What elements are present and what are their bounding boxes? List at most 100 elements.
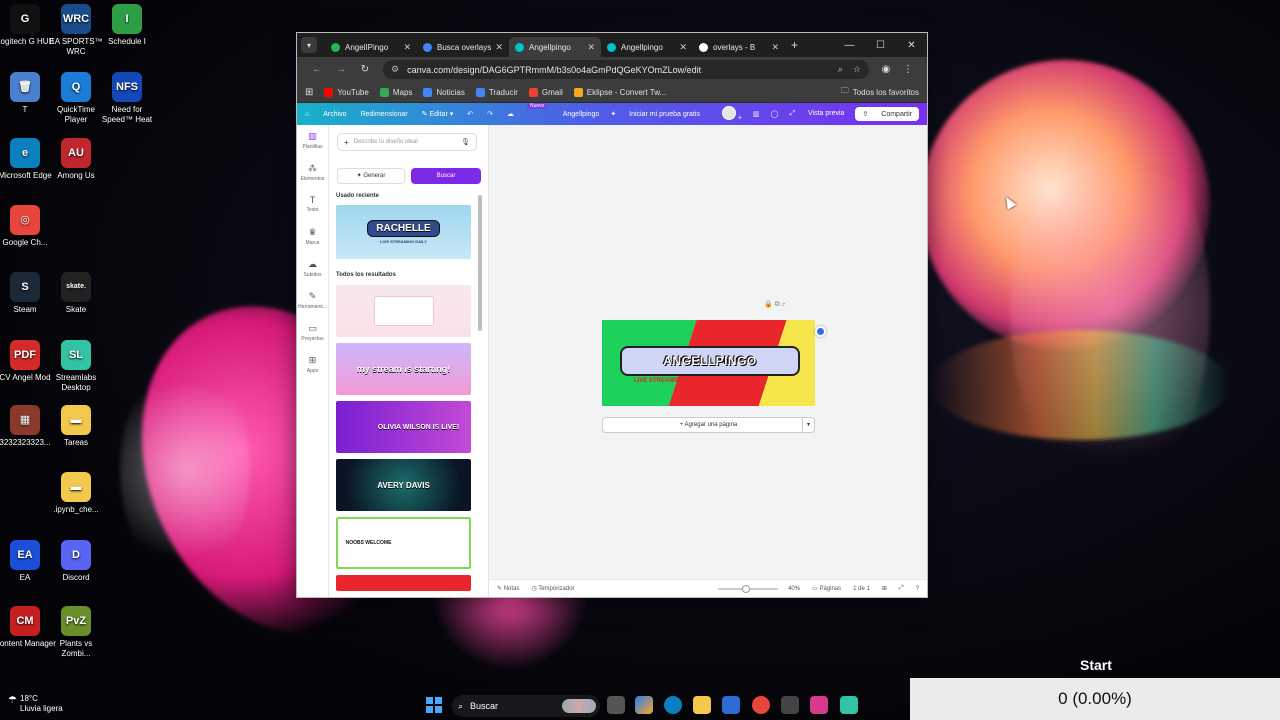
tab-close-icon[interactable]: ✕ [771, 42, 779, 53]
browser-tab[interactable]: Angellpingo ✕ [601, 37, 693, 57]
redo-icon[interactable]: ↷ [487, 110, 493, 118]
template-thumb[interactable] [336, 575, 471, 591]
file-menu[interactable]: Archivo [323, 111, 346, 118]
help-icon[interactable]: ? [916, 586, 919, 592]
template-thumb[interactable] [336, 285, 471, 337]
maximize-button[interactable]: ☐ [865, 40, 896, 51]
start-button[interactable] [426, 697, 442, 713]
generate-button[interactable]: ✦ Generar [337, 168, 405, 184]
comments-icon[interactable]: ◯ [771, 110, 779, 118]
minimize-button[interactable]: — [834, 40, 865, 51]
cloud-save-icon[interactable]: ☁ [507, 110, 514, 118]
chrome-icon[interactable] [752, 696, 770, 714]
browser-tab[interactable]: Angellpingo ✕ [509, 37, 601, 57]
zoom-icon[interactable]: ⌕ [838, 64, 843, 75]
preview-button[interactable]: ⤢ Vista previa [789, 110, 844, 118]
all-bookmarks[interactable]: 🗀 Todos los favoritos [841, 85, 919, 99]
bookmark-item[interactable]: Eklipse - Convert Tw... [573, 87, 666, 97]
app-icon[interactable] [810, 696, 828, 714]
undo-icon[interactable]: ↶ [467, 110, 473, 118]
rail-item[interactable]: ⁂ Elementos [297, 157, 328, 189]
rail-item[interactable]: ▥ Plantillas [297, 125, 328, 157]
add-page-dropdown[interactable]: ▾ [802, 418, 814, 432]
template-search-input[interactable]: + Describe tu diseño ideal 🎙 [337, 133, 477, 151]
taskbar-search[interactable]: ⌕ Buscar [452, 695, 600, 717]
search-button[interactable]: Buscar [411, 168, 481, 184]
share-button[interactable]: ⇪ Compartir [855, 107, 919, 121]
rotate-handle[interactable] [815, 326, 826, 337]
store-icon[interactable] [781, 696, 799, 714]
desktop-icon[interactable]: AU Among Us [45, 138, 107, 181]
back-button[interactable]: ← [305, 64, 329, 75]
template-thumb[interactable]: RACHELLE LIVE STREAMING DAILY [336, 205, 471, 259]
tab-close-icon[interactable]: ✕ [587, 42, 595, 53]
profile-icon[interactable]: ◉ [875, 64, 897, 75]
template-thumb[interactable]: AVERY DAVIS [336, 459, 471, 511]
zoom-knob[interactable] [742, 584, 751, 593]
bookmark-item[interactable]: Noticias [423, 87, 465, 97]
tab-close-icon[interactable]: ✕ [403, 42, 411, 53]
edge-icon[interactable] [664, 696, 682, 714]
fullscreen-icon[interactable]: ⤢ [899, 585, 904, 592]
bookmark-item[interactable]: Gmail [528, 87, 563, 97]
apps-grid-icon[interactable]: ⊞ [305, 87, 313, 98]
tab-search-button[interactable]: ▾ [301, 37, 317, 53]
bookmark-item[interactable]: Maps [379, 87, 412, 97]
avatar[interactable]: + [711, 106, 742, 122]
desktop-icon[interactable]: SL Streamlabs Desktop [45, 340, 107, 393]
zoom-slider[interactable] [718, 584, 779, 593]
browser-tab[interactable]: AngelIPingo ✕ [325, 37, 417, 57]
address-bar[interactable]: ⚙ canva.com/design/DAG6GPTRmmM/b3s0o4aGm… [383, 60, 869, 79]
streamlabs-icon[interactable] [840, 696, 858, 714]
browser-tab[interactable]: Busca overlays ✕ [417, 37, 509, 57]
file-explorer-icon[interactable] [693, 696, 711, 714]
project-name[interactable]: Angellpingo [563, 111, 600, 118]
rail-item[interactable]: ☁ Subidos [297, 253, 328, 285]
resize-button[interactable]: Redimensionar [361, 111, 408, 118]
tab-close-icon[interactable]: ✕ [495, 42, 503, 53]
reload-button[interactable]: ↻ [353, 64, 377, 75]
site-info-icon[interactable]: ⚙ [391, 64, 399, 75]
rail-item[interactable]: ⊞ Apps [297, 349, 328, 381]
template-thumb[interactable]: OLIVIA WILSON IS LIVE! [336, 401, 471, 453]
mic-icon[interactable]: 🎙 [461, 138, 470, 146]
forward-button[interactable]: → [329, 64, 353, 75]
template-thumb[interactable]: NOOBS WELCOME [336, 517, 471, 569]
browser-tab[interactable]: overlays - B ✕ [693, 37, 785, 57]
bookmark-item[interactable]: YouTube [324, 87, 369, 97]
outlook-icon[interactable] [722, 696, 740, 714]
edit-menu[interactable]: ✎ Editar ▾ [422, 110, 454, 118]
zoom-value[interactable]: 40% [788, 586, 800, 592]
grid-view-icon[interactable]: ⊞ [882, 585, 887, 592]
rail-item[interactable]: ✎ Herramient... [297, 285, 328, 317]
template-thumb[interactable]: my stream is starting! [336, 343, 471, 395]
notes-button[interactable]: ✎ Notas [497, 585, 519, 592]
desktop-icon[interactable]: skate. Skate [45, 272, 107, 315]
weather-widget[interactable]: ☂ 18°C Lluvia ligera [8, 694, 63, 714]
copilot-icon[interactable] [635, 696, 653, 714]
new-tab-button[interactable]: + [791, 38, 798, 52]
desktop-icon[interactable]: D Discord [45, 540, 107, 583]
desktop-icon[interactable]: PvZ Plants vs Zombi... [45, 606, 107, 659]
panel-scrollbar[interactable] [478, 195, 482, 331]
bookmark-star-icon[interactable]: ☆ [853, 64, 861, 75]
close-window-button[interactable]: ✕ [896, 40, 927, 51]
insights-icon[interactable]: ▥ [753, 110, 760, 118]
desktop-icon[interactable]: ▬ Tareas [45, 405, 107, 448]
start-trial-button[interactable]: ✦ Iniciar mi prueba gratis [610, 110, 700, 118]
task-view-icon[interactable] [607, 696, 625, 714]
pages-button[interactable]: ▭ Páginas [812, 585, 841, 592]
rail-item[interactable]: ▭ Proyectos [297, 317, 328, 349]
desktop-icon[interactable]: ▬ .ipynb_che... [45, 472, 107, 515]
add-page-button[interactable]: + Agregar una página ▾ [602, 417, 815, 433]
desktop-icon[interactable]: I Schedule I [96, 4, 158, 47]
timer-button[interactable]: ◷ Temporizador [531, 585, 574, 592]
bookmark-item[interactable]: Traducir [475, 87, 518, 97]
desktop-icon[interactable]: ◎ Google Ch... [0, 205, 56, 248]
tab-close-icon[interactable]: ✕ [679, 42, 687, 53]
rail-item[interactable]: T Texto [297, 189, 328, 221]
rail-item[interactable]: ♛ Marca [297, 221, 328, 253]
menu-icon[interactable]: ⋮ [897, 64, 919, 75]
page-tools[interactable]: 🔒 ⧉ ⤴ [764, 300, 786, 309]
design-banner[interactable]: ANGELLPINGO LIVE STREAMING DAILY [602, 320, 815, 406]
